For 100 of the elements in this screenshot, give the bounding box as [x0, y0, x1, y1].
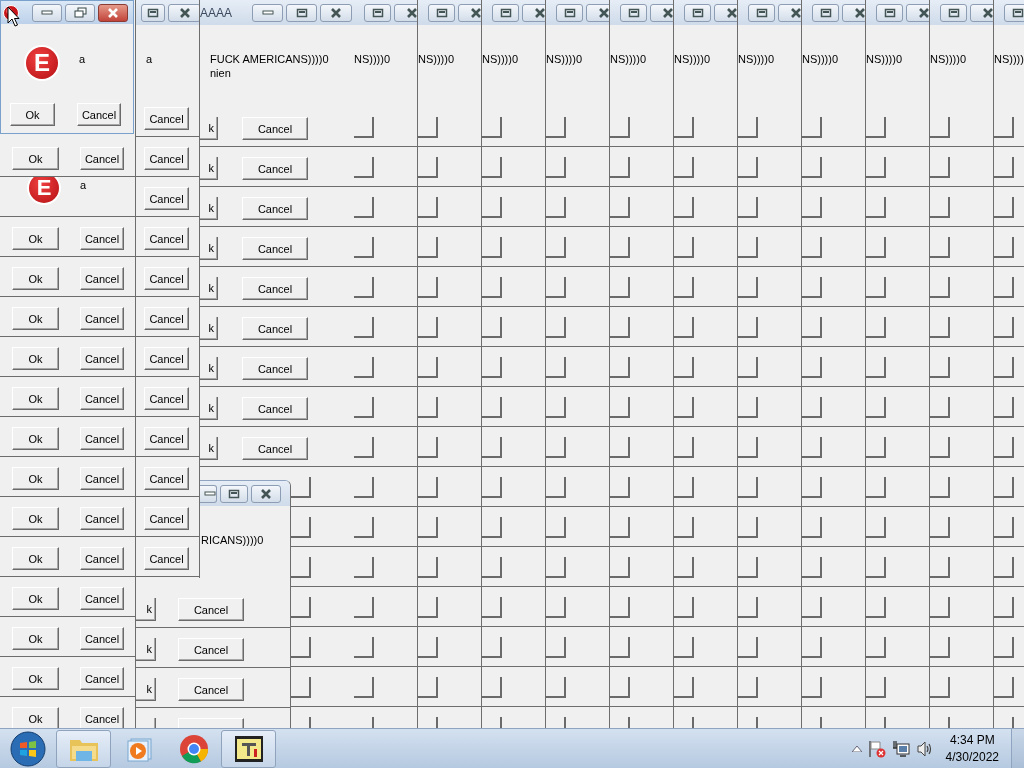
- cancel-button[interactable]: Cancel: [242, 397, 308, 420]
- ok-button[interactable]: k: [200, 357, 218, 380]
- button[interactable]: [546, 357, 566, 378]
- cancel-button[interactable]: Cancel: [144, 307, 189, 330]
- button[interactable]: [482, 277, 502, 298]
- button[interactable]: [802, 357, 822, 378]
- cancel-button[interactable]: Cancel: [80, 267, 124, 290]
- button[interactable]: [546, 197, 566, 218]
- button[interactable]: [546, 277, 566, 298]
- network-icon[interactable]: [891, 739, 910, 758]
- cancel-button[interactable]: Cancel: [80, 307, 124, 330]
- button[interactable]: [418, 317, 438, 338]
- button[interactable]: [930, 397, 950, 418]
- button[interactable]: [418, 597, 438, 618]
- speaker-icon[interactable]: [915, 739, 934, 758]
- ok-button[interactable]: Ok: [12, 627, 59, 650]
- button[interactable]: [994, 157, 1014, 178]
- button[interactable]: [674, 477, 694, 498]
- maximize-button[interactable]: [684, 3, 711, 22]
- button[interactable]: [482, 397, 502, 418]
- media-player-icon[interactable]: [124, 735, 153, 762]
- button[interactable]: [482, 197, 502, 218]
- maximize-button[interactable]: [141, 3, 165, 22]
- button[interactable]: [674, 357, 694, 378]
- button[interactable]: [738, 197, 758, 218]
- cancel-button[interactable]: Cancel: [80, 227, 124, 250]
- button[interactable]: [802, 117, 822, 138]
- button[interactable]: [674, 637, 694, 658]
- clock-time[interactable]: 4:34 PM: [949, 731, 995, 749]
- cancel-button[interactable]: Cancel: [242, 237, 308, 260]
- cancel-button[interactable]: Cancel: [242, 317, 308, 340]
- button[interactable]: [610, 317, 630, 338]
- button[interactable]: [674, 397, 694, 418]
- ok-button[interactable]: Ok: [12, 347, 59, 370]
- button[interactable]: [610, 517, 630, 538]
- button[interactable]: [994, 597, 1014, 618]
- button[interactable]: [418, 157, 438, 178]
- button[interactable]: [738, 317, 758, 338]
- ok-button[interactable]: k: [200, 197, 218, 220]
- button[interactable]: [994, 437, 1014, 458]
- button[interactable]: [546, 157, 566, 178]
- clock-date[interactable]: 4/30/2022: [945, 748, 999, 766]
- cancel-button[interactable]: Cancel: [242, 437, 308, 460]
- button[interactable]: [994, 517, 1014, 538]
- cancel-button[interactable]: Cancel: [178, 598, 244, 621]
- ok-button[interactable]: Ok: [12, 707, 59, 728]
- button[interactable]: [482, 597, 502, 618]
- button[interactable]: [738, 677, 758, 698]
- cancel-button[interactable]: Cancel: [144, 387, 189, 410]
- button[interactable]: [610, 397, 630, 418]
- button[interactable]: [418, 397, 438, 418]
- button[interactable]: [738, 517, 758, 538]
- button[interactable]: [674, 317, 694, 338]
- minimize-button[interactable]: [200, 484, 217, 503]
- cancel-button[interactable]: Cancel: [242, 277, 308, 300]
- close-button[interactable]: [251, 484, 281, 503]
- button[interactable]: [802, 677, 822, 698]
- ok-button[interactable]: Ok: [12, 587, 59, 610]
- button[interactable]: [418, 117, 438, 138]
- button[interactable]: [930, 317, 950, 338]
- button[interactable]: [994, 117, 1014, 138]
- close-button[interactable]: [320, 3, 352, 22]
- button[interactable]: [546, 237, 566, 258]
- button[interactable]: [866, 477, 886, 498]
- maximize-button[interactable]: [220, 484, 248, 503]
- button[interactable]: [610, 477, 630, 498]
- ok-button[interactable]: Ok: [12, 147, 59, 170]
- button[interactable]: [738, 477, 758, 498]
- button[interactable]: [802, 237, 822, 258]
- cancel-button[interactable]: Cancel: [242, 197, 308, 220]
- button[interactable]: [610, 357, 630, 378]
- ok-button[interactable]: k: [136, 638, 156, 661]
- ok-button[interactable]: k: [136, 678, 156, 701]
- cancel-button[interactable]: Cancel: [144, 467, 189, 490]
- maximize-button[interactable]: [364, 3, 391, 22]
- button[interactable]: [802, 317, 822, 338]
- button[interactable]: [546, 597, 566, 618]
- button[interactable]: [866, 557, 886, 578]
- ok-button[interactable]: k: [136, 598, 156, 621]
- button[interactable]: [930, 637, 950, 658]
- button[interactable]: [418, 237, 438, 258]
- browser-icon[interactable]: [178, 733, 209, 764]
- maximize-button[interactable]: [286, 3, 317, 22]
- minimize-button[interactable]: [32, 3, 62, 22]
- button[interactable]: [866, 637, 886, 658]
- ok-button[interactable]: Ok: [12, 387, 59, 410]
- button[interactable]: [994, 237, 1014, 258]
- button[interactable]: [546, 477, 566, 498]
- ok-button[interactable]: Ok: [12, 307, 59, 330]
- button[interactable]: [866, 677, 886, 698]
- maximize-button[interactable]: [812, 3, 839, 22]
- cancel-button[interactable]: Cancel: [144, 547, 189, 570]
- button[interactable]: [866, 277, 886, 298]
- button[interactable]: [674, 117, 694, 138]
- restore-button[interactable]: [65, 3, 95, 22]
- ok-button[interactable]: Ok: [12, 227, 59, 250]
- maximize-button[interactable]: [428, 3, 455, 22]
- button[interactable]: [930, 517, 950, 538]
- button[interactable]: [418, 477, 438, 498]
- button[interactable]: [674, 557, 694, 578]
